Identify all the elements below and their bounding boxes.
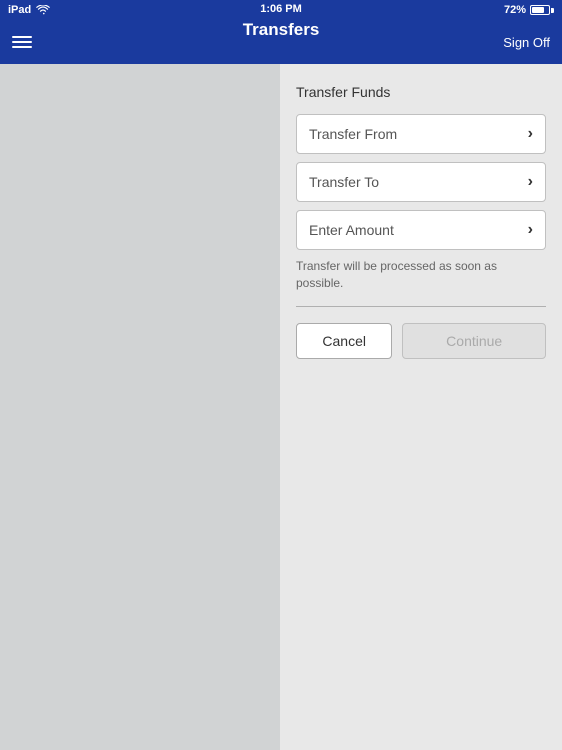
transfer-from-label: Transfer From (309, 126, 397, 142)
hamburger-line-2 (12, 41, 32, 43)
sign-off-button[interactable]: Sign Off (503, 35, 550, 50)
info-text: Transfer will be processed as soon as po… (296, 258, 546, 292)
status-bar: iPad 1:06 PM 72% (0, 0, 562, 20)
battery-icon (530, 5, 554, 15)
buttons-row: Cancel Continue (296, 323, 546, 359)
device-label: iPad (8, 4, 31, 16)
enter-amount-field[interactable]: Enter Amount › (296, 210, 546, 250)
enter-amount-chevron-icon: › (528, 221, 533, 239)
enter-amount-label: Enter Amount (309, 222, 394, 238)
battery-percent: 72% (504, 4, 526, 16)
continue-button[interactable]: Continue (402, 323, 546, 359)
divider (296, 306, 546, 307)
status-bar-right: 72% (504, 4, 554, 16)
hamburger-line-1 (12, 36, 32, 38)
hamburger-line-3 (12, 46, 32, 48)
status-time: 1:06 PM (260, 3, 302, 15)
hamburger-menu-button[interactable] (12, 36, 32, 48)
transfer-to-label: Transfer To (309, 174, 379, 190)
transfer-from-field[interactable]: Transfer From › (296, 114, 546, 154)
status-bar-left: iPad (8, 4, 50, 16)
cancel-button[interactable]: Cancel (296, 323, 392, 359)
left-panel (0, 64, 280, 750)
page-title: Transfers (243, 20, 320, 40)
section-title: Transfer Funds (296, 84, 546, 100)
wifi-icon (36, 5, 50, 15)
main-content: Transfer Funds Transfer From › Transfer … (0, 64, 562, 750)
right-panel: Transfer Funds Transfer From › Transfer … (280, 64, 562, 750)
transfer-to-field[interactable]: Transfer To › (296, 162, 546, 202)
transfer-from-chevron-icon: › (528, 125, 533, 143)
transfer-to-chevron-icon: › (528, 173, 533, 191)
nav-bar: Transfers Sign Off (0, 20, 562, 64)
